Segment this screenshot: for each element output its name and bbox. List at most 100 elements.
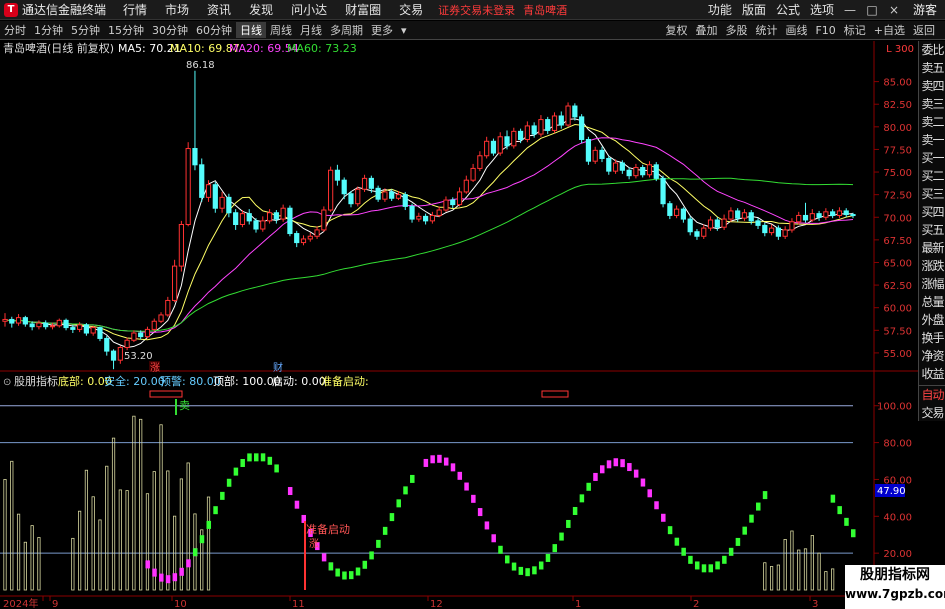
close-icon[interactable]: × xyxy=(883,3,905,17)
side-item-trade[interactable]: 交易 xyxy=(919,404,945,422)
period-tab-more[interactable]: 更多 xyxy=(367,22,397,38)
candle-up xyxy=(456,191,463,206)
y-tick-label: 80.00 xyxy=(883,123,912,134)
maximize-icon[interactable]: □ xyxy=(861,3,883,17)
ma-legend: MA5: 70.21 MA10: 69.87 MA20: 69.54 MA60:… xyxy=(118,42,357,55)
login-notice[interactable]: 证券交易未登录 xyxy=(438,2,515,18)
menu-item-market[interactable]: 市场 xyxy=(156,1,198,18)
side-item[interactable]: 卖五 xyxy=(919,59,945,77)
back-button[interactable]: 返回 xyxy=(909,22,939,38)
period-tab-monthly[interactable]: 月线 xyxy=(296,22,326,38)
osc-falling-block xyxy=(260,453,266,462)
period-tab-15min[interactable]: 15分钟 xyxy=(104,22,148,38)
add-watchlist-button[interactable]: +自选 xyxy=(870,22,909,38)
period-tab-60min[interactable]: 60分钟 xyxy=(192,22,236,38)
side-item[interactable]: 最新 xyxy=(919,239,945,257)
menu-item-quotes[interactable]: 行情 xyxy=(114,1,156,18)
x-tick-label: 1 xyxy=(575,599,581,609)
candle-up xyxy=(185,148,191,225)
side-item[interactable]: 买三 xyxy=(919,185,945,203)
candle-up xyxy=(90,327,96,334)
osc-falling-block xyxy=(762,491,768,500)
guest-label[interactable]: 游客 xyxy=(913,1,937,18)
menu-item-function[interactable]: 功能 xyxy=(703,1,737,18)
side-item[interactable]: 买二 xyxy=(919,167,945,185)
candle-up xyxy=(307,235,313,240)
period-tab-5min[interactable]: 5分钟 xyxy=(67,22,104,38)
period-tab-intraday[interactable]: 分时 xyxy=(0,22,30,38)
candle-up xyxy=(117,346,123,361)
osc-falling-block xyxy=(362,560,368,569)
high-annotation: 86.18 xyxy=(186,60,215,71)
osc-rising-block xyxy=(450,463,456,472)
candle-down xyxy=(775,227,781,237)
candle-down xyxy=(735,210,741,219)
side-item-auto[interactable]: 自动 xyxy=(919,385,945,404)
osc-rising-block xyxy=(484,521,490,530)
side-item[interactable]: 换手 xyxy=(919,329,945,347)
adjust-button[interactable]: 复权 xyxy=(661,22,691,38)
stats-button[interactable]: 统计 xyxy=(751,22,781,38)
side-item[interactable]: 总量 xyxy=(919,293,945,311)
cai-mark[interactable]: 财 xyxy=(273,361,283,374)
overlay-button[interactable]: 叠加 xyxy=(691,22,721,38)
osc-rising-block xyxy=(640,478,646,487)
menu-item-ask[interactable]: 问小达 xyxy=(282,1,336,18)
candle-up xyxy=(592,149,598,162)
draw-line-button[interactable]: 画线 xyxy=(781,22,811,38)
more-chevron-icon[interactable]: ▾ xyxy=(397,24,411,37)
side-item[interactable]: 涨跌 xyxy=(919,257,945,275)
x-tick-label: 12 xyxy=(430,599,443,609)
side-item[interactable]: 买一 xyxy=(919,149,945,167)
candle-up xyxy=(782,229,788,237)
period-tab-multi[interactable]: 多周期 xyxy=(326,22,367,38)
period-tab-1min[interactable]: 1分钟 xyxy=(30,22,67,38)
side-item[interactable]: 收益 xyxy=(919,365,945,383)
candle-down xyxy=(830,211,836,216)
period-tab-weekly[interactable]: 周线 xyxy=(266,22,296,38)
candle-down xyxy=(192,148,198,166)
osc-falling-block xyxy=(220,491,225,500)
osc-falling-block xyxy=(199,535,205,544)
period-tab-30min[interactable]: 30分钟 xyxy=(148,22,192,38)
candle-up xyxy=(551,115,558,131)
osc-rising-block xyxy=(599,465,605,474)
candle-down xyxy=(138,332,144,338)
side-item[interactable]: 卖四 xyxy=(919,77,945,95)
mark-button[interactable]: 标记 xyxy=(840,22,870,38)
low-annotation: 53.20 xyxy=(124,351,153,362)
side-item[interactable]: 涨幅 xyxy=(919,275,945,293)
side-item[interactable]: 卖三 xyxy=(919,95,945,113)
candle-up xyxy=(429,214,435,222)
multi-stock-button[interactable]: 多股 xyxy=(721,22,751,38)
candle-down xyxy=(97,327,103,339)
candle-up xyxy=(321,209,327,231)
side-item[interactable]: 卖二 xyxy=(919,113,945,131)
candle-down xyxy=(843,210,849,216)
menu-item-trade[interactable]: 交易 xyxy=(390,1,432,18)
side-item[interactable]: 净资 xyxy=(919,347,945,365)
menu-item-discover[interactable]: 发现 xyxy=(240,1,282,18)
candle-up xyxy=(538,119,544,135)
menu-item-layout[interactable]: 版面 xyxy=(737,1,771,18)
candle-down xyxy=(104,337,110,352)
candle-up xyxy=(443,199,449,211)
candle-up xyxy=(789,221,795,231)
menu-item-wealth[interactable]: 财富圈 xyxy=(336,1,390,18)
settings-icon[interactable]: ⊙ xyxy=(3,377,11,388)
minimize-icon[interactable]: — xyxy=(839,3,861,17)
menu-item-formula[interactable]: 公式 xyxy=(771,1,805,18)
chart-area[interactable]: 青岛啤酒(日线 前复权) MA5: 70.21 MA10: 69.87 MA20… xyxy=(0,41,945,609)
side-item[interactable]: 外盘 xyxy=(919,311,945,329)
side-item[interactable]: 买四 xyxy=(919,203,945,221)
candle-up xyxy=(124,339,130,348)
f10-button[interactable]: F10 xyxy=(811,24,839,37)
menu-item-options[interactable]: 选项 xyxy=(805,1,839,18)
brand-url: www.7gpzb.com xyxy=(845,587,945,601)
side-item[interactable]: 委比 xyxy=(919,41,945,59)
period-tab-daily[interactable]: 日线 xyxy=(236,22,266,38)
side-item[interactable]: 买五 xyxy=(919,221,945,239)
side-item[interactable]: 卖一 xyxy=(919,131,945,149)
candle-down xyxy=(63,319,69,329)
menu-item-news[interactable]: 资讯 xyxy=(198,1,240,18)
